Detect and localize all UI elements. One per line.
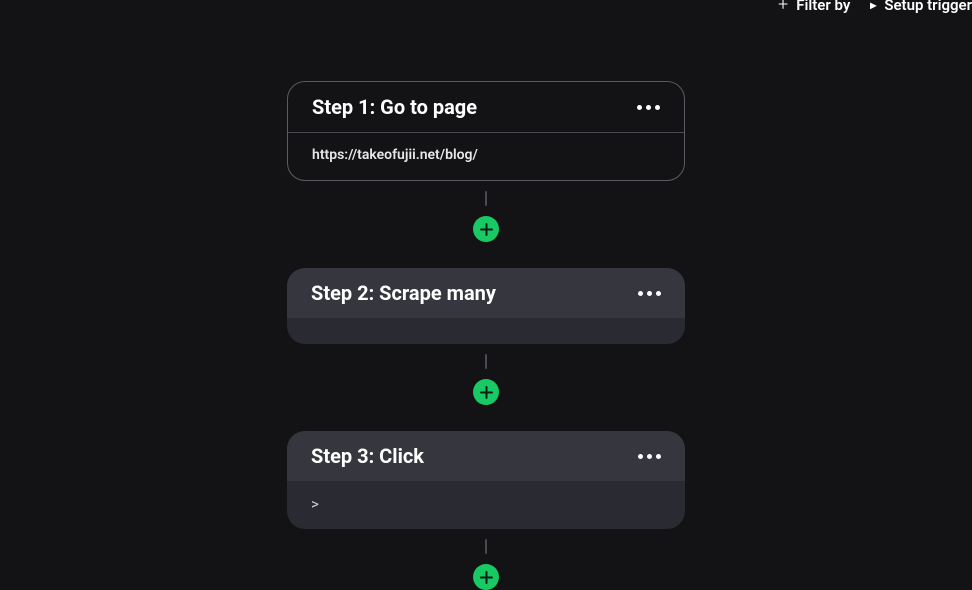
step-title: Step 3: Click [311, 444, 424, 468]
step-card-2[interactable]: Step 2: Scrape many [287, 268, 685, 344]
add-step-button[interactable] [473, 379, 499, 405]
top-toolbar: + Filter by ▸ Setup trigger [778, 0, 972, 15]
more-menu-icon[interactable] [638, 291, 661, 296]
step-card-3[interactable]: Step 3: Click > [287, 431, 685, 529]
step-title: Step 2: Scrape many [311, 281, 496, 305]
step-title: Step 1: Go to page [312, 95, 477, 119]
step-header: Step 3: Click [287, 431, 685, 481]
step-header: Step 2: Scrape many [287, 268, 685, 318]
add-step-button[interactable] [473, 216, 499, 242]
step-header: Step 1: Go to page [288, 82, 684, 133]
step-card-1[interactable]: Step 1: Go to page https://takeofujii.ne… [287, 81, 685, 181]
more-menu-icon[interactable] [637, 105, 660, 110]
setup-trigger-label: Setup trigger [884, 0, 972, 14]
setup-trigger-button[interactable]: ▸ Setup trigger [870, 0, 972, 15]
connector-line [485, 354, 487, 369]
step-body [287, 318, 685, 344]
add-step-button[interactable] [473, 564, 499, 590]
filter-by-label: Filter by [796, 0, 850, 14]
more-menu-icon[interactable] [638, 454, 661, 459]
plus-icon [480, 386, 493, 399]
connector-line [485, 191, 487, 206]
plus-icon [480, 223, 493, 236]
filter-by-button[interactable]: + Filter by [778, 0, 850, 15]
connector-line [485, 539, 487, 554]
step-body: > [287, 481, 685, 529]
plus-icon: + [778, 0, 788, 15]
workflow-canvas: Step 1: Go to page https://takeofujii.ne… [287, 81, 685, 590]
chevron-right-icon: ▸ [870, 0, 876, 12]
plus-icon [480, 571, 493, 584]
step-body: https://takeofujii.net/blog/ [288, 133, 684, 180]
